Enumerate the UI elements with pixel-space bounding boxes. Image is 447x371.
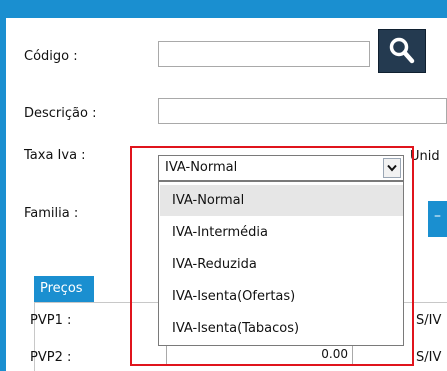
descricao-input[interactable] xyxy=(158,98,447,124)
familia-label: Familia : xyxy=(24,206,79,221)
pvp2-siva-label: S/IV xyxy=(416,350,442,365)
pvp2-label: PVP2 : xyxy=(30,350,72,365)
unid-label: Unid xyxy=(410,149,440,164)
pvp1-label: PVP1 : xyxy=(30,313,72,328)
taxa-iva-label: Taxa Iva : xyxy=(24,148,86,163)
search-button[interactable] xyxy=(378,29,426,73)
codigo-label: Código : xyxy=(24,49,78,64)
codigo-input[interactable] xyxy=(158,41,370,67)
descricao-label: Descrição : xyxy=(24,106,97,121)
tab-precos[interactable]: Preços xyxy=(34,276,94,302)
dash-icon: – xyxy=(434,208,441,224)
annotation-highlight-box xyxy=(130,146,414,366)
pvp1-siva-label: S/IV xyxy=(416,313,442,328)
familia-select-button[interactable]: – xyxy=(428,201,447,237)
product-form-panel: Código : Descrição : Taxa Iva : Familia … xyxy=(6,18,447,371)
search-icon xyxy=(389,37,415,64)
